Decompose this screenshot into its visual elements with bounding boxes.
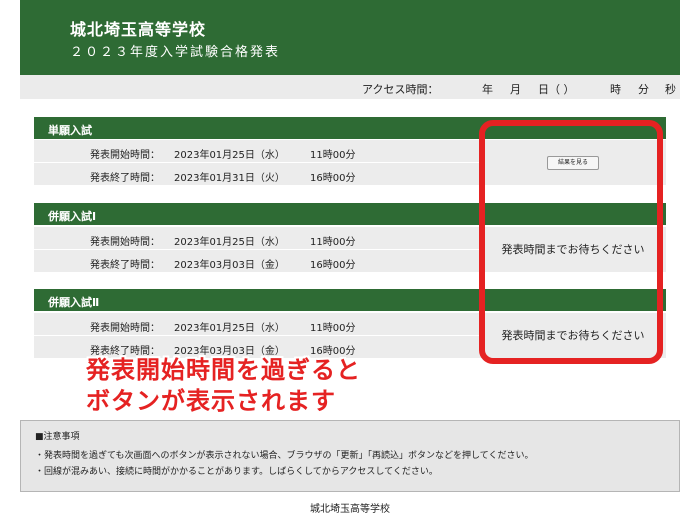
section-title: 併願入試Ⅱ	[48, 296, 100, 309]
end-label: 発表終了時間：	[90, 173, 160, 184]
access-year: 年	[482, 83, 493, 96]
start-time: 11時00分	[310, 150, 356, 161]
start-time: 11時00分	[310, 237, 356, 248]
access-time-bar: アクセス時間： 年 月 日（ ） 時 分 秒	[20, 75, 680, 99]
notes-item: ・回線が混みあい、接続に時間がかかることがあります。しばらくしてからアクセスして…	[35, 467, 438, 477]
start-label: 発表開始時間：	[90, 237, 160, 248]
page-header: 城北埼玉高等学校 ２０２３年度入学試験合格発表	[20, 0, 680, 75]
section-title: 単願入試	[48, 124, 92, 137]
start-date: 2023年01月25日（水）	[174, 323, 285, 334]
notes-heading: ■注意事項	[35, 432, 80, 442]
access-minute: 分	[638, 83, 649, 96]
end-date: 2023年01月31日（火）	[174, 173, 285, 184]
end-time: 16時00分	[310, 260, 356, 271]
page-subtitle: ２０２３年度入学試験合格発表	[70, 45, 281, 60]
start-label: 発表開始時間：	[90, 323, 160, 334]
end-label: 発表終了時間：	[90, 260, 160, 271]
start-date: 2023年01月25日（水）	[174, 150, 285, 161]
access-month: 月	[510, 83, 521, 96]
footer-school-name: 城北埼玉高等学校	[310, 504, 390, 515]
access-second: 秒	[665, 83, 676, 96]
highlight-frame	[479, 120, 663, 364]
start-time: 11時00分	[310, 323, 356, 334]
notes-box: ■注意事項 ・発表時間を過ぎても次画面へのボタンが表示されない場合、ブラウザの「…	[20, 420, 680, 492]
access-time-label: アクセス時間：	[362, 83, 439, 96]
school-name: 城北埼玉高等学校	[70, 20, 207, 39]
section-title: 併願入試Ⅰ	[48, 210, 97, 223]
start-label: 発表開始時間：	[90, 150, 160, 161]
access-hour: 時	[610, 83, 621, 96]
callout-line-1: 発表開始時間を過ぎると	[86, 356, 361, 384]
access-day: 日（ ）	[538, 83, 575, 96]
end-time: 16時00分	[310, 173, 356, 184]
start-date: 2023年01月25日（水）	[174, 237, 285, 248]
end-date: 2023年03月03日（金）	[174, 260, 285, 271]
callout-line-2: ボタンが表示されます	[86, 387, 336, 415]
notes-item: ・発表時間を過ぎても次画面へのボタンが表示されない場合、ブラウザの「更新」「再読…	[35, 451, 534, 461]
